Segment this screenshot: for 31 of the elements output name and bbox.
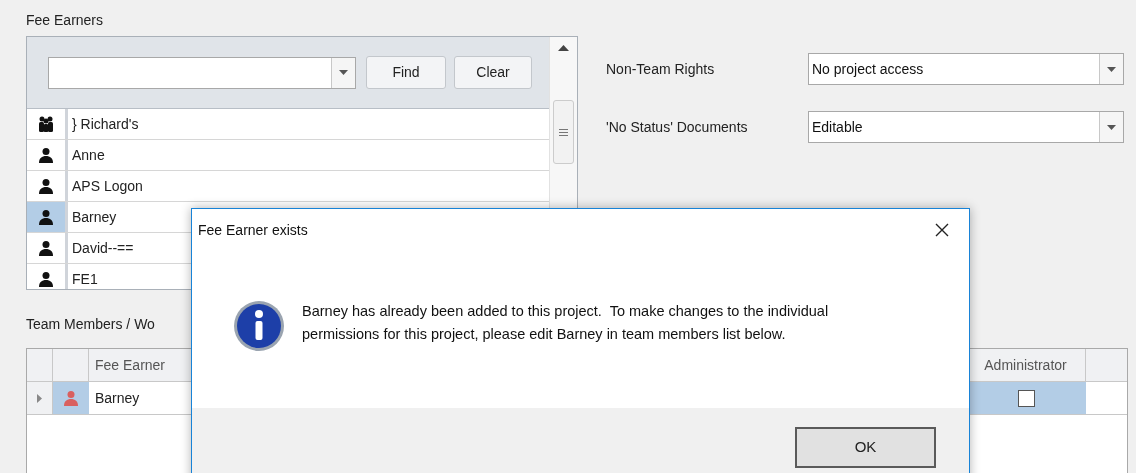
person-icon [38, 209, 54, 225]
dropdown-field[interactable] [48, 56, 356, 89]
dropdown-field[interactable]: Editable [808, 111, 1124, 143]
people-icon [38, 116, 54, 132]
checkbox[interactable] [1017, 389, 1035, 407]
dialog-title: Fee Earner exists [198, 220, 308, 240]
find-button[interactable]: Find [366, 56, 446, 89]
field-label: 'No Status' Documents [606, 117, 749, 137]
caret-icon [1107, 66, 1116, 72]
dropdown-field[interactable]: No project access [808, 53, 1124, 85]
person-icon [38, 147, 54, 163]
caret-icon [339, 70, 348, 75]
person-icon [38, 178, 54, 194]
info-icon [233, 300, 285, 352]
section-title: Fee Earners [26, 11, 105, 30]
ok-button[interactable]: OK [795, 427, 936, 468]
list-item[interactable]: APS Logon [68, 171, 549, 201]
section-title: Team Members / Wo [26, 315, 155, 334]
dialog-message: Barney has already been added to this project. To make changes to the individual permissions for this project, please edit Barney in team members list below. [302, 302, 830, 344]
clear-button[interactable]: Clear [454, 56, 532, 89]
field-label: Non-Team Rights [606, 59, 716, 79]
table-cell-text: Barney [94, 388, 141, 408]
scroll-up-icon [558, 45, 569, 51]
caret-icon [1107, 124, 1116, 130]
list-item[interactable]: } Richard's [68, 109, 549, 139]
person-icon [38, 240, 54, 256]
grip-icon [559, 128, 568, 136]
list-item[interactable]: Anne [68, 140, 549, 170]
person-icon [38, 271, 54, 287]
person-icon [63, 390, 79, 406]
close-icon[interactable] [935, 223, 949, 237]
